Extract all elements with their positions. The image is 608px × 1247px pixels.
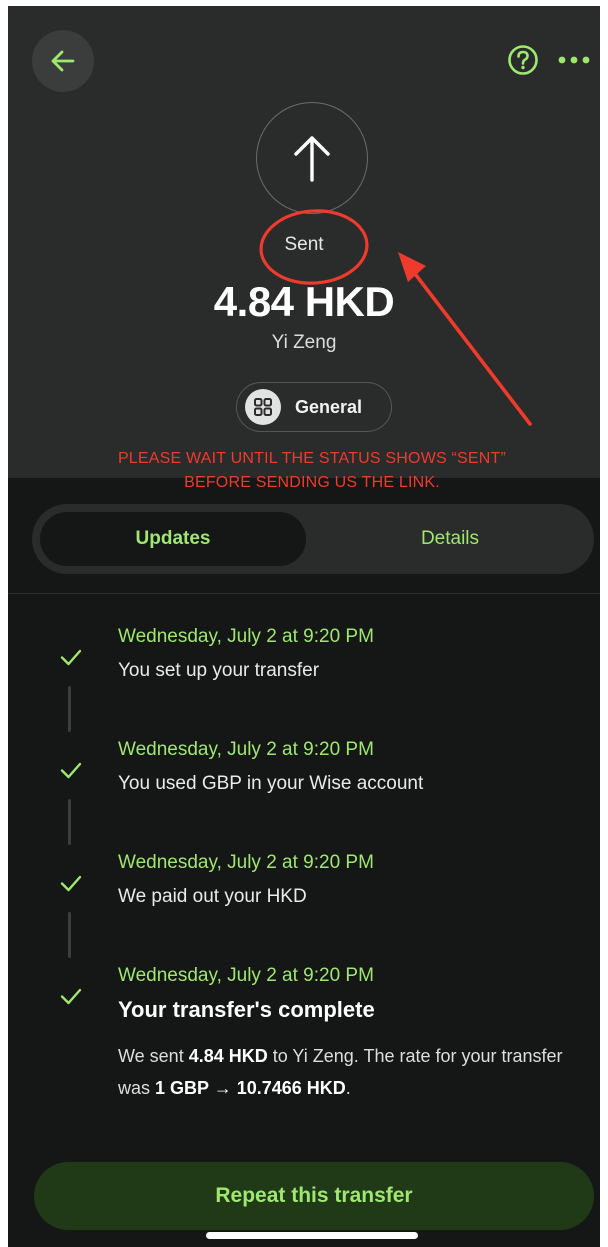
check-icon <box>60 875 82 892</box>
more-dots-icon <box>558 56 590 64</box>
notice-line-1: PLEASE WAIT UNTIL THE STATUS SHOWS “SENT… <box>117 450 507 467</box>
tab-bar: Updates Details <box>32 504 594 574</box>
arrow-left-icon <box>51 50 75 72</box>
annotation-notice: PLEASE WAIT UNTIL THE STATUS SHOWS “SENT… <box>8 447 600 495</box>
timeline-connector <box>68 912 71 958</box>
event-date: Wednesday, July 2 at 9:20 PM <box>118 626 374 647</box>
notice-line-2: BEFORE SENDING US THE LINK. <box>184 474 440 491</box>
question-circle-icon <box>508 45 538 75</box>
home-indicator <box>206 1232 418 1239</box>
tab-updates[interactable]: Updates <box>40 512 306 566</box>
arrow-up-icon <box>294 136 330 182</box>
more-options-button[interactable] <box>556 43 592 77</box>
transfer-header: Sent 4.84 HKD Yi Zeng General <box>8 6 600 478</box>
event-text: We paid out your HKD <box>118 886 307 907</box>
category-label: General <box>295 396 363 417</box>
repeat-transfer-button[interactable]: Repeat this transfer <box>34 1162 594 1230</box>
transfer-detail-screen: Sent 4.84 HKD Yi Zeng General PLEASE WAI… <box>8 6 600 1247</box>
event-date: Wednesday, July 2 at 9:20 PM <box>118 852 374 873</box>
tab-details[interactable]: Details <box>314 512 586 566</box>
timeline-connector <box>68 686 71 732</box>
event-title: Your transfer's complete <box>118 997 375 1022</box>
summary-prefix: We sent <box>118 1046 189 1066</box>
transfer-amount: 4.84 HKD <box>213 278 395 325</box>
event-text: You used GBP in your Wise account <box>118 773 424 794</box>
divider <box>8 593 600 594</box>
recipient-name: Yi Zeng <box>271 332 337 353</box>
check-icon <box>60 649 82 666</box>
check-icon <box>60 762 82 779</box>
timeline-connector <box>68 799 71 845</box>
summary-rate: 1 GBP → 10.7466 HKD <box>155 1078 346 1098</box>
event-date: Wednesday, July 2 at 9:20 PM <box>118 965 374 986</box>
event-date: Wednesday, July 2 at 9:20 PM <box>118 739 374 760</box>
check-icon <box>60 988 82 1005</box>
help-button[interactable] <box>506 43 540 77</box>
back-button[interactable] <box>32 30 94 92</box>
summary-amount: 4.84 HKD <box>188 1046 268 1066</box>
transfer-summary: We sent 4.84 HKD to Yi Zeng. The rate fo… <box>118 1040 578 1104</box>
category-chip[interactable]: General <box>236 382 392 432</box>
event-text: You set up your transfer <box>118 660 320 681</box>
status-badge <box>256 102 368 214</box>
grid-icon <box>245 389 281 425</box>
status-label: Sent <box>284 234 324 255</box>
summary-suffix: . <box>345 1078 351 1098</box>
